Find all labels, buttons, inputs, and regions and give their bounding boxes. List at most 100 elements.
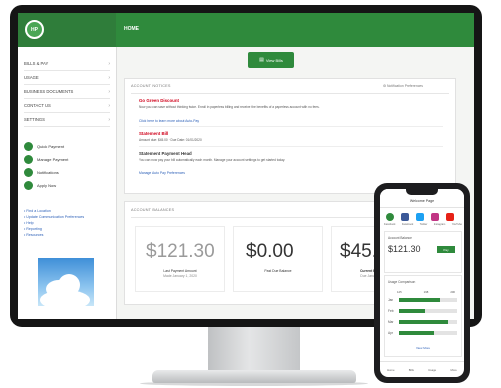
notice-text: Amount due: $45.00 · Due Date: 01/01/202… bbox=[139, 138, 202, 142]
account-notices-card: ACCOUNT NOTICES ⚙ Notification Preferenc… bbox=[124, 78, 456, 194]
sidebar-link-reporting[interactable]: • Reporting bbox=[24, 227, 42, 231]
smartphone-screen: Welcome Page Facebook Facebook Twitter I… bbox=[380, 189, 464, 377]
notices-card-title: ACCOUNT NOTICES bbox=[131, 84, 171, 88]
usage-row-label: Jan bbox=[388, 298, 394, 302]
notice-title: Statement Bill bbox=[139, 131, 169, 136]
quick-payment-button[interactable]: Quick Payment bbox=[24, 141, 64, 151]
sidebar-item-label: BILLS & PAY bbox=[24, 61, 49, 66]
promo-image bbox=[38, 258, 94, 306]
sidebar-item-business-documents[interactable]: BUSINESS DOCUMENTS › bbox=[24, 85, 110, 99]
usage-bar bbox=[399, 331, 434, 335]
social-label: Twitter bbox=[419, 223, 428, 226]
usage-value: 198 bbox=[423, 290, 429, 294]
document-icon bbox=[24, 180, 33, 190]
document-icon: ▤ bbox=[259, 57, 264, 63]
sidebar-item-label: CONTACT US bbox=[24, 103, 51, 108]
social-label: YouTube bbox=[451, 223, 462, 226]
chevron-right-icon: › bbox=[108, 74, 110, 81]
social-label: Facebook bbox=[401, 223, 414, 226]
facebook-icon[interactable] bbox=[401, 213, 409, 221]
usage-bar bbox=[399, 320, 449, 324]
usage-values-row: 125 198 200 bbox=[397, 290, 455, 294]
phone-balance-amount: $121.30 bbox=[388, 244, 421, 254]
balance-tile-last-payment: $121.30 Last Payment Amount Made January… bbox=[135, 226, 225, 292]
balances-card-title: ACCOUNT BALANCES bbox=[131, 208, 175, 212]
sidebar: HP BILLS & PAY › USAGE › BUSINESS DOCUMENT… bbox=[18, 13, 117, 319]
top-header-bar: HOME bbox=[116, 13, 474, 47]
sidebar-item-settings[interactable]: SETTINGS › bbox=[24, 113, 110, 127]
balance-label: Past Due Balance bbox=[264, 269, 292, 273]
sidebar-item-label: USAGE bbox=[24, 75, 39, 80]
apply-now-label: Apply Now bbox=[37, 182, 57, 188]
quick-payment-label: Quick Payment bbox=[37, 143, 65, 149]
manage-payment-button[interactable]: Manage Payment bbox=[24, 154, 68, 164]
usage-value: 200 bbox=[450, 290, 455, 294]
notice-title: Statement Payment Head bbox=[139, 151, 192, 156]
balance-tile-past-due: $0.00 Past Due Balance bbox=[233, 226, 323, 292]
chevron-right-icon: › bbox=[108, 88, 110, 95]
bell-icon bbox=[24, 167, 33, 177]
wallet-icon bbox=[24, 154, 33, 164]
social-label: Facebook bbox=[384, 223, 396, 226]
apply-now-button[interactable]: Apply Now bbox=[24, 180, 56, 190]
view-bills-button[interactable]: ▤ View Bills bbox=[248, 52, 294, 68]
phone-tab-bar: Home Bills Usage More bbox=[380, 361, 464, 377]
payment-icon bbox=[24, 141, 33, 151]
tab-usage[interactable]: Usage bbox=[428, 368, 436, 372]
notice-text: Now you can save without thinking twice.… bbox=[139, 105, 320, 109]
social-labels-row: Facebook Facebook Twitter Instagram YouT… bbox=[384, 223, 462, 226]
sidebar-link-communication-preferences[interactable]: • Update Communication Preferences bbox=[24, 215, 84, 219]
monitor-stand-neck bbox=[208, 327, 300, 371]
social-label: Instagram bbox=[433, 223, 446, 226]
notification-preferences-label: Notification Preferences bbox=[386, 84, 423, 88]
balance-sublabel: Made January 1, 2020 bbox=[163, 274, 197, 278]
balance-amount: $121.30 bbox=[146, 241, 215, 262]
phone-balance-card: Account Balance $121.30 Pay bbox=[384, 231, 462, 273]
sidebar-item-label: BUSINESS DOCUMENTS bbox=[24, 89, 74, 94]
page-title: HOME bbox=[124, 26, 139, 32]
tab-more[interactable]: More bbox=[450, 368, 456, 372]
notice-link[interactable]: Manage Auto Pay Preferences bbox=[139, 171, 185, 175]
phone-usage-card: Usage Comparison 125 198 200 Jan Feb Mar Ap… bbox=[384, 275, 462, 357]
notifications-label: Notifications bbox=[37, 169, 59, 175]
balance-amount: $0.00 bbox=[246, 241, 294, 262]
phone-pay-button[interactable]: Pay bbox=[437, 246, 455, 253]
social-icons-row bbox=[386, 213, 454, 221]
twitter-icon[interactable] bbox=[416, 213, 424, 221]
chevron-right-icon: › bbox=[108, 102, 110, 109]
tab-home[interactable]: Home bbox=[387, 368, 394, 372]
sidebar-link-find-location[interactable]: • Find a Location bbox=[24, 209, 51, 213]
phone-balance-title: Account Balance bbox=[388, 236, 412, 240]
notice-text: You can now pay your bill automatically … bbox=[139, 158, 286, 162]
notice-link[interactable]: Click here to learn more about Auto-Pay bbox=[139, 119, 199, 123]
phone-header-title: Welcome Page bbox=[409, 199, 435, 203]
company-logo[interactable]: HP bbox=[25, 20, 44, 39]
phone-usage-title: Usage Comparison bbox=[388, 280, 416, 284]
usage-bar bbox=[399, 309, 426, 313]
chevron-right-icon: › bbox=[108, 60, 110, 67]
notice-title: Go Green Discount bbox=[139, 98, 180, 103]
balance-label: Last Payment Amount bbox=[163, 269, 197, 273]
instagram-icon[interactable] bbox=[431, 213, 439, 221]
view-bills-label: View Bills bbox=[265, 57, 283, 63]
phone-notch bbox=[406, 189, 438, 195]
notification-preferences-link[interactable]: ⚙ Notification Preferences bbox=[383, 84, 423, 88]
notifications-button[interactable]: Notifications bbox=[24, 167, 59, 177]
logo-area: HP bbox=[18, 13, 116, 47]
tab-bills[interactable]: Bills bbox=[409, 368, 414, 372]
sidebar-link-resources[interactable]: • Resources bbox=[24, 233, 43, 237]
chevron-right-icon: › bbox=[108, 116, 110, 123]
sidebar-item-bills-pay[interactable]: BILLS & PAY › bbox=[24, 57, 110, 71]
sidebar-item-contact-us[interactable]: CONTACT US › bbox=[24, 99, 110, 113]
usage-row-label: Apr bbox=[388, 331, 393, 335]
monitor-stand-base bbox=[152, 370, 356, 383]
sidebar-link-help[interactable]: • Help bbox=[24, 221, 34, 225]
phone-view-more-link[interactable]: View More bbox=[385, 346, 461, 350]
usage-value: 125 bbox=[397, 290, 402, 294]
usage-bar bbox=[399, 298, 440, 302]
sidebar-item-usage[interactable]: USAGE › bbox=[24, 71, 110, 85]
youtube-icon[interactable] bbox=[446, 213, 454, 221]
usage-row-label: Mar bbox=[388, 320, 394, 324]
company-logo-icon[interactable] bbox=[386, 213, 394, 221]
usage-row-label: Feb bbox=[388, 309, 394, 313]
